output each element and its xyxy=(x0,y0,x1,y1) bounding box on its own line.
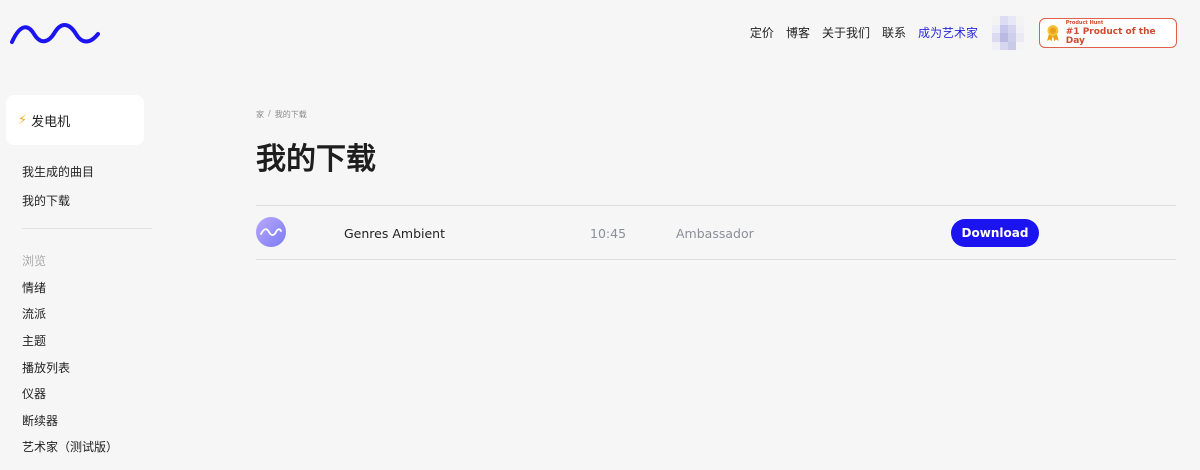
track-name[interactable]: Genres Ambient xyxy=(344,226,445,241)
sidebar-item-my-tracks[interactable]: 我生成的曲目 xyxy=(22,163,94,180)
product-hunt-text: Product Hunt #1 Product of the Day xyxy=(1065,19,1176,46)
sidebar-item-moods[interactable]: 情绪 xyxy=(22,279,46,296)
page-title: 我的下载 xyxy=(256,142,376,177)
table-divider-bottom xyxy=(256,259,1176,260)
sidebar-generator[interactable]: ⚡ 发电机 xyxy=(6,95,144,145)
page: 定价 博客 关于我们 联系 成为艺术家 Product Hunt #1 Prod… xyxy=(0,0,1200,470)
nav-blog[interactable]: 博客 xyxy=(786,24,810,41)
sidebar-item-stingers[interactable]: 断续器 xyxy=(22,412,58,429)
sidebar-browse-heading: 浏览 xyxy=(22,254,47,268)
track-thumbnail[interactable] xyxy=(256,217,286,247)
table-divider-top xyxy=(256,205,1176,206)
product-hunt-small: Product Hunt xyxy=(1065,19,1104,26)
sidebar-divider xyxy=(22,228,152,229)
medal-icon xyxy=(1046,25,1059,42)
wave-icon xyxy=(260,228,282,236)
product-hunt-title: #1 Product of the Day xyxy=(1065,26,1156,46)
sidebar-item-themes[interactable]: 主题 xyxy=(22,332,46,349)
nav-about[interactable]: 关于我们 xyxy=(822,24,870,41)
track-license: Ambassador xyxy=(676,226,754,241)
track-duration: 10:45 xyxy=(590,226,627,241)
sidebar-item-genres[interactable]: 流派 xyxy=(22,305,46,322)
sidebar-item-artists-beta[interactable]: 艺术家（测试版） xyxy=(22,438,118,455)
brand-logo[interactable] xyxy=(10,22,100,46)
user-avatar[interactable] xyxy=(992,16,1024,50)
breadcrumb: 家 / 我的下载 xyxy=(256,109,307,120)
nav-become-artist[interactable]: 成为艺术家 xyxy=(918,24,978,41)
lightning-icon: ⚡ xyxy=(18,112,28,128)
product-hunt-badge[interactable]: Product Hunt #1 Product of the Day xyxy=(1039,18,1177,48)
breadcrumb-home[interactable]: 家 xyxy=(256,109,264,120)
nav-contact[interactable]: 联系 xyxy=(882,24,906,41)
sidebar-item-my-downloads[interactable]: 我的下载 xyxy=(22,192,70,209)
breadcrumb-separator: / xyxy=(268,109,271,118)
sidebar-item-playlists[interactable]: 播放列表 xyxy=(22,359,70,376)
top-nav: 定价 博客 关于我们 联系 成为艺术家 xyxy=(750,24,978,41)
sidebar-generator-label: 发电机 xyxy=(31,114,71,130)
download-button[interactable]: Download xyxy=(951,219,1039,247)
nav-pricing[interactable]: 定价 xyxy=(750,24,774,41)
sidebar-item-instruments[interactable]: 仪器 xyxy=(22,385,46,402)
breadcrumb-current: 我的下载 xyxy=(274,110,307,119)
